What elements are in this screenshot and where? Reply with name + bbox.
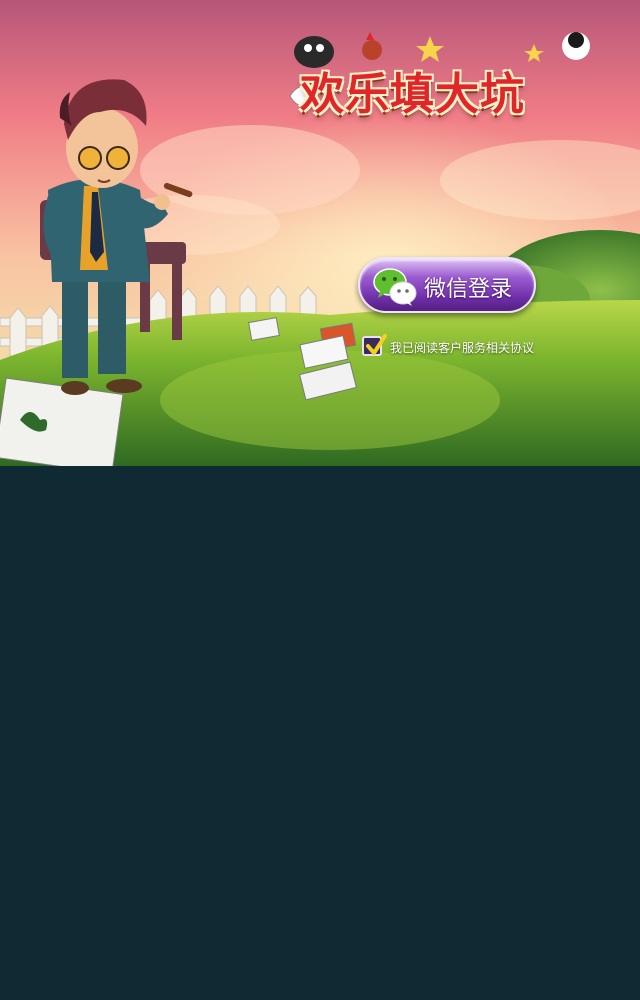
agreement-link[interactable]: 我已阅读客户服务相关协议 — [390, 339, 534, 356]
agreement-checkbox[interactable] — [362, 334, 387, 356]
checkmark-icon — [366, 334, 387, 355]
wechat-login-button[interactable]: 微信登录 — [358, 257, 536, 313]
game-splash-scene: 欢乐填大坑 微信登录 我已阅读客户服务相关协议 — [0, 0, 640, 466]
game-title-logo: 欢乐填大坑 — [300, 69, 525, 120]
empty-dark-area — [0, 466, 640, 1000]
wechat-icon — [373, 268, 417, 306]
wechat-login-label: 微信登录 — [424, 277, 513, 302]
